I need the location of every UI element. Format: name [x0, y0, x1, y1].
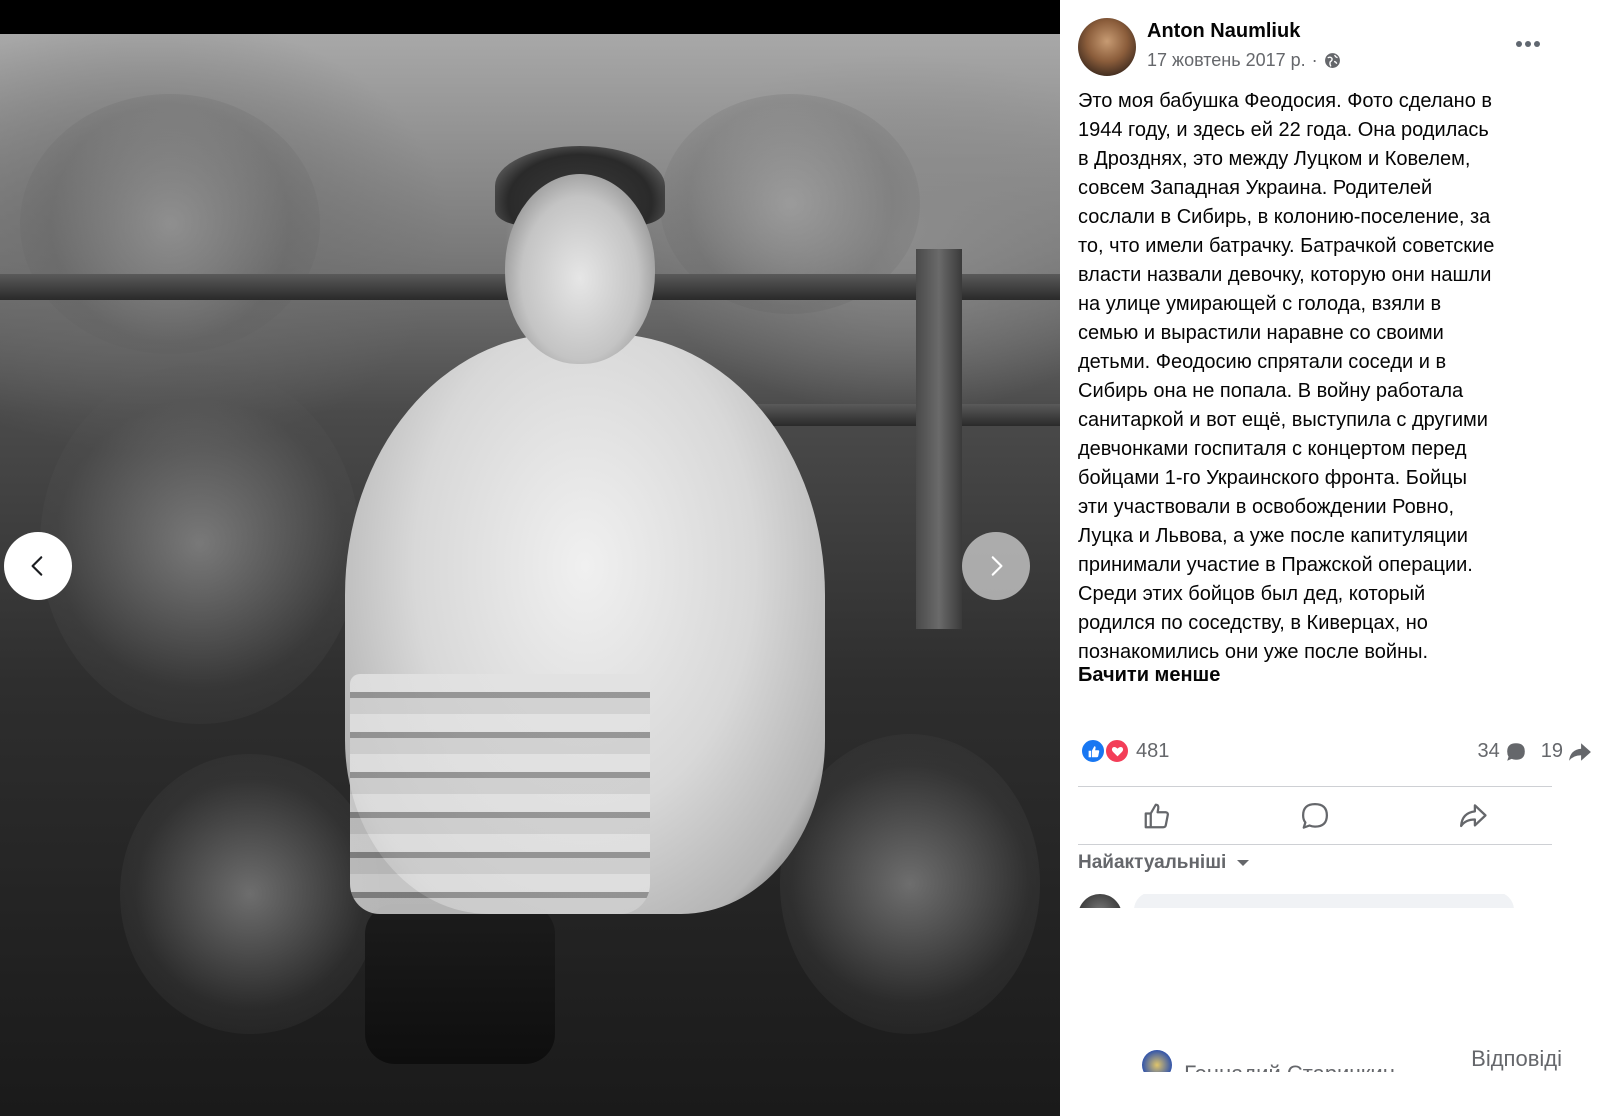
- divider: [1078, 786, 1552, 787]
- share-icon: [1460, 804, 1487, 828]
- like-thumb-icon: [1144, 803, 1169, 829]
- author-name[interactable]: Anton Naumliuk: [1147, 20, 1300, 43]
- post-photo[interactable]: [0, 34, 1075, 1116]
- commenter-avatar[interactable]: [1078, 894, 1122, 908]
- comment-item: [1078, 894, 1552, 908]
- see-less-link[interactable]: Бачити менше: [1078, 664, 1220, 687]
- share-button[interactable]: [1398, 793, 1548, 839]
- more-options-button[interactable]: [1510, 26, 1546, 62]
- foliage: [120, 754, 380, 1034]
- comment-icon: [1302, 803, 1328, 829]
- figure-legs: [365, 904, 555, 1064]
- foliage: [20, 94, 320, 354]
- post-panel: Anton Naumliuk 17 жовтень 2017 р. · Это …: [1060, 0, 1600, 1116]
- sort-label: Найактуальніші: [1078, 852, 1227, 873]
- chevron-right-icon: [991, 556, 1003, 576]
- comment-bubble-icon: [1506, 742, 1525, 761]
- comments-count-group[interactable]: 34: [1478, 740, 1527, 763]
- shares-count: 19: [1540, 740, 1563, 762]
- share-arrow-icon: [1569, 742, 1591, 761]
- comments-count: 34: [1477, 740, 1500, 762]
- previous-photo-button[interactable]: [4, 532, 72, 600]
- caret-down-icon: [1237, 860, 1250, 866]
- figure-skirt: [350, 674, 650, 914]
- comment-button[interactable]: [1240, 793, 1390, 839]
- reply-avatar[interactable]: [1142, 1050, 1172, 1072]
- fence-post: [916, 249, 962, 629]
- author-avatar[interactable]: [1078, 18, 1136, 76]
- reply-author[interactable]: Геннадий Старичкин: [1184, 1061, 1395, 1072]
- love-reaction-icon: [1104, 738, 1130, 764]
- photo-viewer: [0, 0, 1075, 1116]
- reactions-summary[interactable]: 481: [1080, 738, 1169, 764]
- foliage: [40, 364, 360, 724]
- figure-head: [505, 174, 655, 364]
- engagement-counts: 34 19: [1478, 740, 1593, 763]
- post-actions: [1078, 790, 1552, 842]
- like-button[interactable]: [1082, 793, 1232, 839]
- like-reaction-icon: [1080, 738, 1106, 764]
- meta-separator: ·: [1311, 50, 1318, 70]
- post-date[interactable]: 17 жовтень 2017 р.: [1147, 50, 1306, 71]
- shares-count-group[interactable]: 19: [1541, 740, 1592, 763]
- next-photo-button[interactable]: [962, 532, 1030, 600]
- post-meta: 17 жовтень 2017 р. ·: [1147, 50, 1341, 71]
- replies-link[interactable]: Відповіді: [1471, 1050, 1562, 1072]
- chevron-left-icon: [31, 556, 43, 576]
- reply-row: Геннадий Старичкин Відповіді: [1142, 1050, 1562, 1072]
- reactions-count: 481: [1136, 739, 1170, 762]
- ellipsis-icon: [1516, 41, 1540, 47]
- comment-bubble: [1134, 894, 1514, 908]
- globe-icon[interactable]: [1324, 52, 1341, 69]
- comment-sort-dropdown[interactable]: Найактуальніші: [1078, 852, 1250, 874]
- post-text: Это моя бабушка Феодосия. Фото сделано в…: [1078, 90, 1495, 663]
- divider: [1078, 844, 1552, 845]
